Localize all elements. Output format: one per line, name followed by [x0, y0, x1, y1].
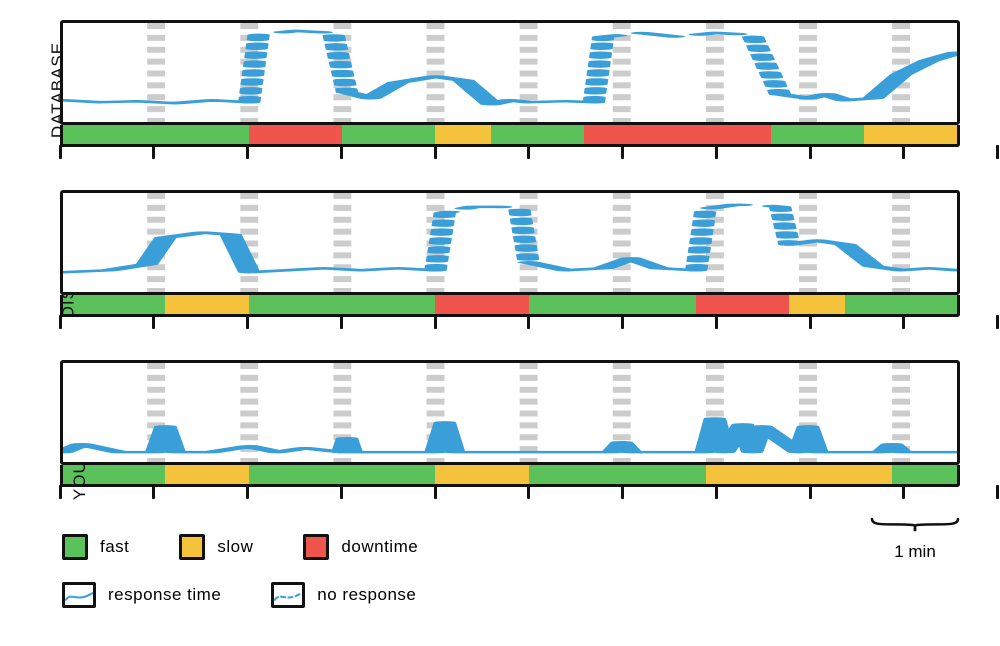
status-bar-dist-cache [60, 295, 960, 317]
legend-label-downtime: downtime [341, 537, 418, 557]
status-segment-slow [165, 295, 249, 314]
status-segment-fast [529, 295, 697, 314]
downtime-swatch-icon [303, 534, 329, 560]
legend-label-slow: slow [217, 537, 253, 557]
status-bar-your-service [60, 465, 960, 487]
time-unit-label: 1 min [870, 542, 960, 562]
time-ticks-your-service [60, 487, 960, 501]
response-line-swatch-icon [62, 582, 96, 608]
legend-item-response-time: response time [62, 582, 221, 608]
status-segment-fast [529, 465, 706, 484]
time-ticks-dist-cache [60, 317, 960, 331]
legend-label-fast: fast [100, 537, 129, 557]
chart-your-service [60, 360, 960, 465]
status-segment-fast [845, 295, 957, 314]
time-ticks-database [60, 147, 960, 161]
panel-dist-cache: DIST. CACHE [60, 190, 960, 330]
chart-database [60, 20, 960, 125]
status-bar-database [60, 125, 960, 147]
status-segment-fast [342, 125, 435, 144]
status-segment-downtime [249, 125, 342, 144]
chart-dist-cache [60, 190, 960, 295]
status-segment-downtime [584, 125, 770, 144]
status-segment-slow [789, 295, 845, 314]
status-segment-slow [864, 125, 957, 144]
status-segment-fast [771, 125, 864, 144]
status-segment-fast [63, 125, 249, 144]
time-unit-indicator: 1 min [870, 517, 960, 562]
status-segment-fast [491, 125, 584, 144]
legend-label-no-response: no response [317, 585, 416, 605]
status-segment-downtime [696, 295, 789, 314]
legend-item-downtime: downtime [303, 534, 418, 560]
legend-label-response-time: response time [108, 585, 221, 605]
legend-item-slow: slow [179, 534, 253, 560]
legend: fast slow downtime response time no resp… [60, 534, 960, 608]
panel-database: DATABASE [60, 20, 960, 160]
status-segment-slow [165, 465, 249, 484]
fast-swatch-icon [62, 534, 88, 560]
slow-swatch-icon [179, 534, 205, 560]
status-segment-fast [892, 465, 957, 484]
legend-item-fast: fast [62, 534, 129, 560]
status-segment-fast [249, 295, 435, 314]
legend-item-no-response: no response [271, 582, 416, 608]
status-segment-slow [435, 465, 528, 484]
no-response-line-swatch-icon [271, 582, 305, 608]
status-segment-slow [435, 125, 491, 144]
panel-your-service: YOUR SERVICE [60, 360, 960, 500]
status-segment-slow [706, 465, 892, 484]
status-segment-fast [249, 465, 435, 484]
status-segment-downtime [435, 295, 528, 314]
